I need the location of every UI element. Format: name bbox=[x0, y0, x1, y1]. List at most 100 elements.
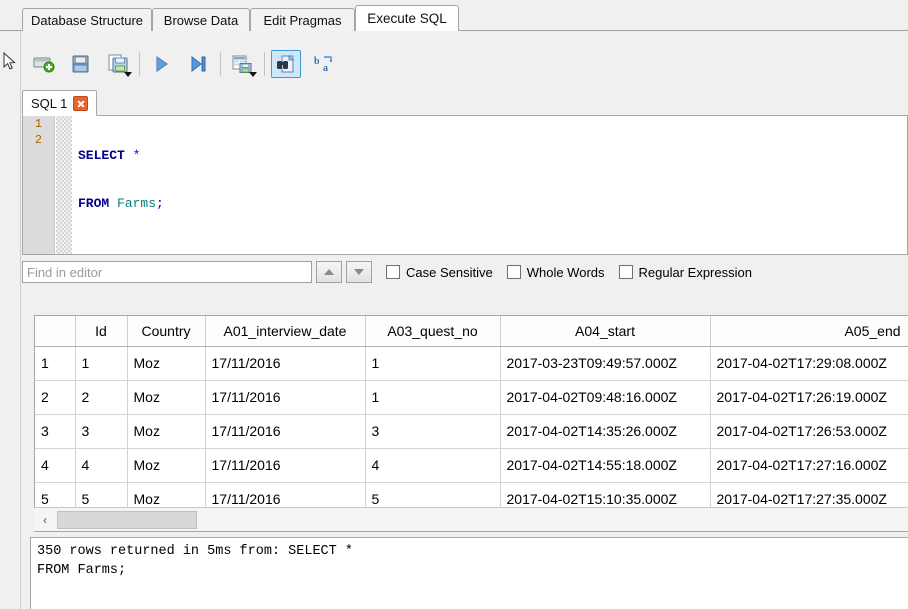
cell-country[interactable]: Moz bbox=[127, 448, 206, 483]
cell-interview-date[interactable]: 17/11/2016 bbox=[205, 380, 366, 415]
column-header-id[interactable]: Id bbox=[75, 316, 128, 347]
cell-country[interactable]: Moz bbox=[127, 380, 206, 415]
sql-keyword: FROM bbox=[78, 196, 110, 211]
cell-end[interactable]: 2017-04-02T17:29:08.000Z bbox=[710, 346, 908, 381]
sql-status-output: 350 rows returned in 5ms from: SELECT * … bbox=[30, 537, 908, 609]
sql-tab-1[interactable]: SQL 1 bbox=[22, 90, 98, 116]
table-row[interactable]: 2 2 Moz 17/11/2016 1 2017-04-02T09:48:16… bbox=[35, 380, 908, 415]
cell-end[interactable]: 2017-04-02T17:26:19.000Z bbox=[710, 380, 908, 415]
sql-toolbar: b a bbox=[0, 31, 908, 83]
table-row[interactable]: 1 1 Moz 17/11/2016 1 2017-03-23T09:49:57… bbox=[35, 346, 908, 381]
find-next-button[interactable] bbox=[346, 261, 372, 283]
cell-quest-no[interactable]: 4 bbox=[365, 448, 501, 483]
cell-quest-no[interactable]: 1 bbox=[365, 380, 501, 415]
panel-left-edge bbox=[20, 31, 21, 609]
cell-id[interactable]: 4 bbox=[75, 448, 128, 483]
fold-margin bbox=[56, 116, 72, 254]
whole-words-label: Whole Words bbox=[526, 264, 605, 280]
table-row[interactable]: 3 3 Moz 17/11/2016 3 2017-04-02T14:35:26… bbox=[35, 414, 908, 449]
sql-keyword: SELECT bbox=[78, 148, 125, 163]
tab-execute-sql[interactable]: Execute SQL bbox=[355, 5, 459, 31]
execute-all-icon bbox=[156, 56, 168, 72]
cell-interview-date[interactable]: 17/11/2016 bbox=[205, 414, 366, 449]
tab-edit-pragmas[interactable]: Edit Pragmas bbox=[250, 8, 355, 31]
cell-id[interactable]: 2 bbox=[75, 380, 128, 415]
cell-id[interactable]: 1 bbox=[75, 346, 128, 381]
find-replace-button[interactable]: b a bbox=[309, 50, 339, 78]
cell-start[interactable]: 2017-04-02T14:55:18.000Z bbox=[500, 448, 711, 483]
cell-country[interactable]: Moz bbox=[127, 346, 206, 381]
save-results-icon bbox=[232, 55, 252, 73]
table-row[interactable]: 4 4 Moz 17/11/2016 4 2017-04-02T14:55:18… bbox=[35, 448, 908, 483]
row-number[interactable]: 3 bbox=[35, 414, 76, 449]
find-replace-icon: b a bbox=[314, 56, 333, 74]
column-header-rownum[interactable] bbox=[35, 316, 76, 347]
cell-quest-no[interactable]: 3 bbox=[365, 414, 501, 449]
chevron-up-icon bbox=[324, 269, 334, 275]
cell-country[interactable]: Moz bbox=[127, 414, 206, 449]
row-number[interactable]: 1 bbox=[35, 346, 76, 381]
mouse-cursor bbox=[3, 52, 16, 70]
regular-expression-checkbox[interactable] bbox=[618, 265, 633, 279]
find-button[interactable] bbox=[271, 50, 301, 78]
save-results-dropdown-caret[interactable] bbox=[249, 72, 257, 77]
new-tab-button[interactable] bbox=[29, 50, 59, 78]
results-grid[interactable]: Id Country A01_interview_date A03_quest_… bbox=[34, 315, 908, 532]
cell-end[interactable]: 2017-04-02T17:27:16.000Z bbox=[710, 448, 908, 483]
line-number: 2 bbox=[34, 133, 43, 147]
find-input[interactable] bbox=[22, 261, 312, 283]
find-previous-button[interactable] bbox=[316, 261, 342, 283]
sql-operator: * bbox=[132, 148, 141, 163]
tab-browse-data-label: Browse Data bbox=[163, 12, 239, 28]
cell-id[interactable]: 3 bbox=[75, 414, 128, 449]
sql-code-text: SELECT * FROM Farms; bbox=[78, 116, 907, 244]
sql-table-name: Farms bbox=[117, 196, 157, 211]
cell-start[interactable]: 2017-04-02T09:48:16.000Z bbox=[500, 380, 711, 415]
cell-interview-date[interactable]: 17/11/2016 bbox=[205, 448, 366, 483]
cell-end[interactable]: 2017-04-02T17:26:53.000Z bbox=[710, 414, 908, 449]
tab-edit-pragmas-label: Edit Pragmas bbox=[263, 12, 342, 28]
execute-current-line-button[interactable] bbox=[183, 50, 213, 78]
row-number[interactable]: 2 bbox=[35, 380, 76, 415]
case-sensitive-checkbox[interactable] bbox=[386, 265, 400, 279]
whole-words-checkbox[interactable] bbox=[506, 265, 521, 279]
svg-text:a: a bbox=[323, 63, 328, 74]
results-horizontal-scrollbar[interactable]: ‹ bbox=[34, 507, 908, 531]
open-sql-file-button[interactable] bbox=[66, 50, 96, 78]
case-sensitive-label: Case Sensitive bbox=[406, 264, 493, 280]
code-line-1: SELECT * bbox=[78, 148, 907, 164]
line-number-gutter: 1 2 bbox=[23, 116, 55, 254]
sql-code-editor[interactable]: 1 2 SELECT * FROM Farms; bbox=[22, 115, 908, 255]
cell-start[interactable]: 2017-04-02T14:35:26.000Z bbox=[500, 414, 711, 449]
column-header-a03-quest-no[interactable]: A03_quest_no bbox=[365, 316, 501, 347]
cell-start[interactable]: 2017-03-23T09:49:57.000Z bbox=[500, 346, 711, 381]
regular-expression-option[interactable]: Regular Expression bbox=[618, 265, 752, 280]
save-file-dropdown-caret[interactable] bbox=[124, 72, 132, 77]
column-header-country[interactable]: Country bbox=[127, 316, 206, 347]
tab-database-structure[interactable]: Database Structure bbox=[22, 8, 152, 31]
case-sensitive-option[interactable]: Case Sensitive bbox=[386, 265, 493, 280]
new-tab-icon bbox=[33, 57, 55, 73]
chevron-down-icon bbox=[354, 269, 364, 275]
column-header-a05-end[interactable]: A05_end bbox=[710, 316, 908, 347]
tab-browse-data[interactable]: Browse Data bbox=[152, 8, 250, 31]
main-tab-bar: Database Structure Browse Data Edit Prag… bbox=[0, 0, 908, 32]
sql-tab-label: SQL 1 bbox=[31, 95, 68, 111]
find-icon bbox=[277, 54, 295, 73]
scroll-left-icon[interactable]: ‹ bbox=[34, 509, 56, 531]
cell-interview-date[interactable]: 17/11/2016 bbox=[205, 346, 366, 381]
column-header-a04-start[interactable]: A04_start bbox=[500, 316, 711, 347]
tab-database-structure-label: Database Structure bbox=[31, 12, 144, 28]
execute-all-button[interactable] bbox=[146, 50, 176, 78]
toolbar-separator-1 bbox=[139, 52, 140, 76]
cell-quest-no[interactable]: 1 bbox=[365, 346, 501, 381]
column-header-a01-interview-date[interactable]: A01_interview_date bbox=[205, 316, 366, 347]
whole-words-option[interactable]: Whole Words bbox=[506, 264, 605, 280]
close-icon[interactable] bbox=[73, 95, 89, 111]
row-number[interactable]: 4 bbox=[35, 448, 76, 483]
execute-line-icon bbox=[191, 55, 206, 73]
execute-sql-window: Database Structure Browse Data Edit Prag… bbox=[0, 0, 908, 609]
scrollbar-thumb[interactable] bbox=[57, 510, 197, 529]
